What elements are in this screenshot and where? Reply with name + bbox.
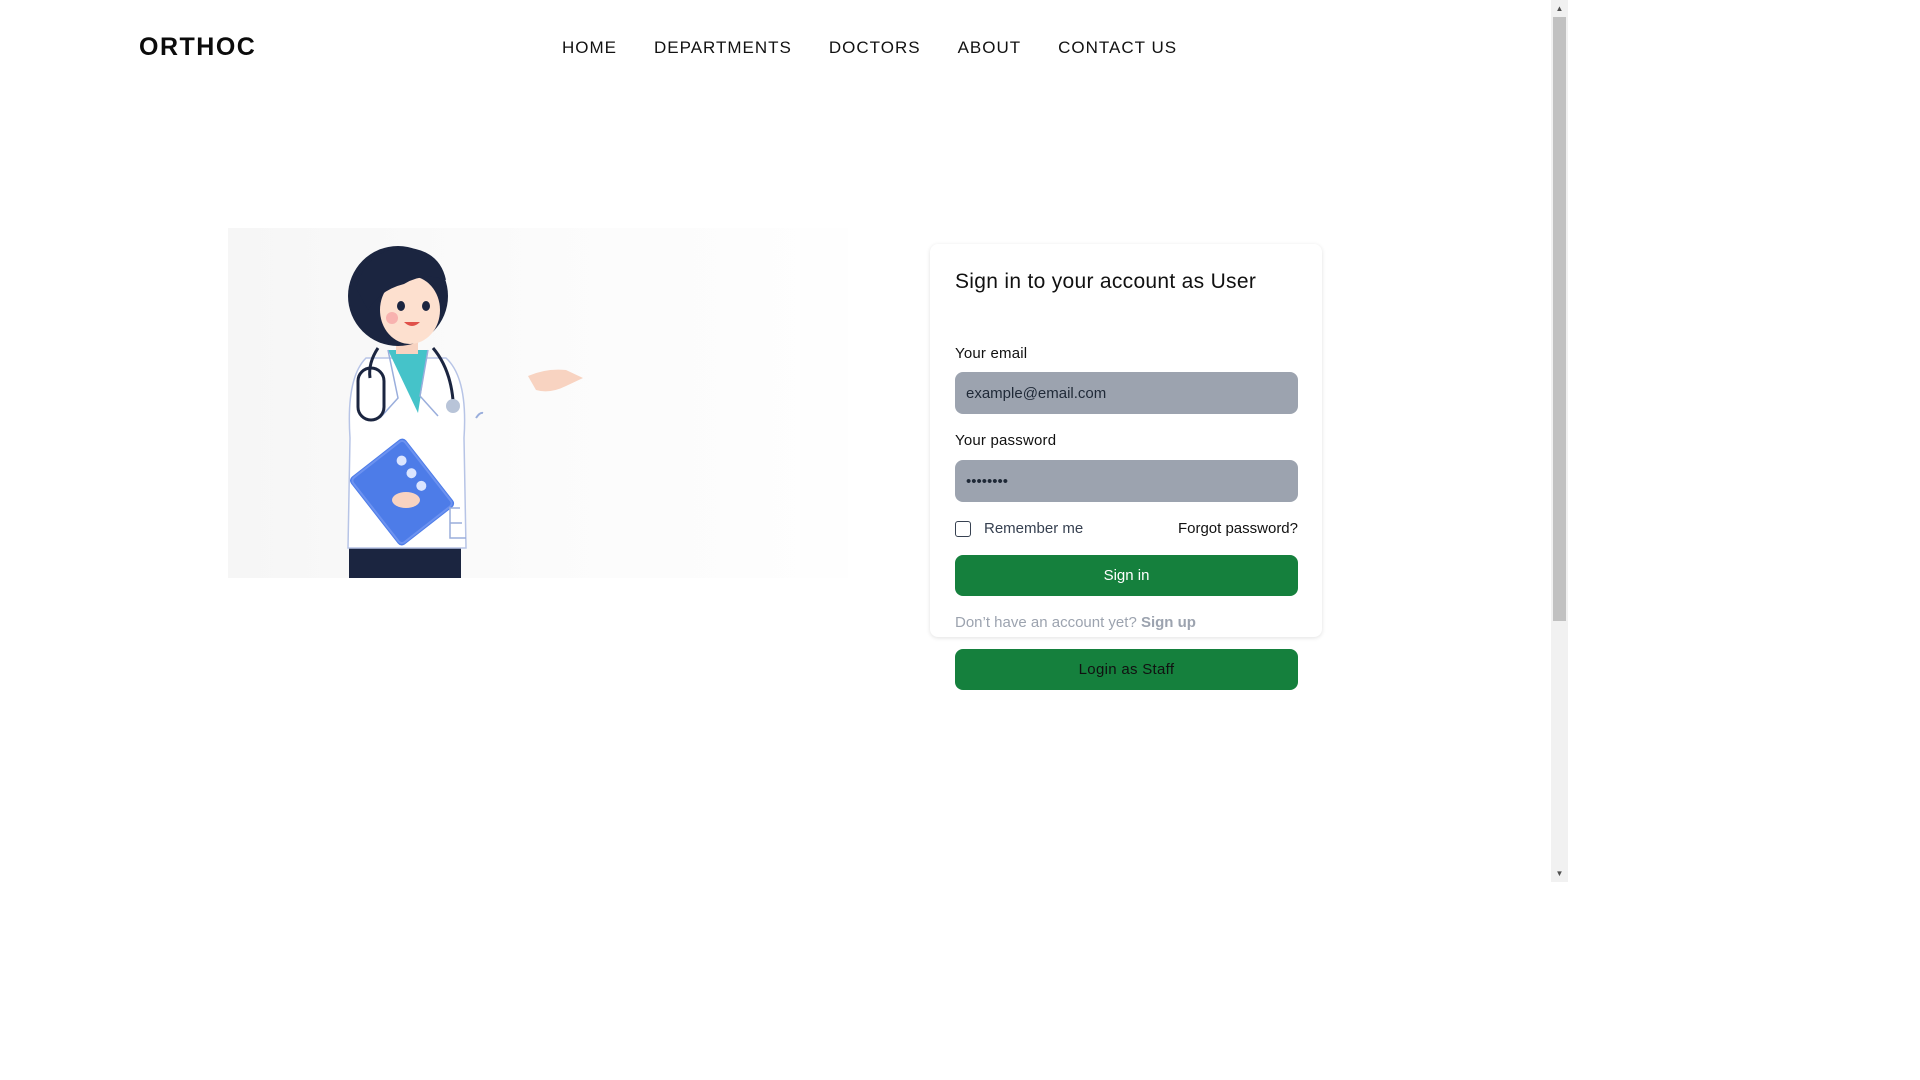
scroll-up-icon[interactable]: ▲ (1551, 0, 1568, 17)
nav-about[interactable]: ABOUT (958, 38, 1022, 58)
main-nav: HOME DEPARTMENTS DOCTORS ABOUT CONTACT U… (562, 38, 1214, 58)
password-input[interactable] (955, 460, 1298, 502)
doctor-illustration (228, 228, 848, 578)
nav-departments[interactable]: DEPARTMENTS (654, 38, 792, 58)
signin-title: Sign in to your account as User (955, 270, 1257, 293)
email-input[interactable] (955, 372, 1298, 414)
signup-link[interactable]: Sign up (1141, 614, 1196, 631)
forgot-password-link[interactable]: Forgot password? (1178, 520, 1298, 537)
login-as-staff-button[interactable]: Login as Staff (955, 649, 1298, 690)
signup-prompt: Don’t have an account yet? Sign up (955, 614, 1196, 631)
scroll-thumb[interactable] (1553, 17, 1566, 621)
doctor-illustration-icon (347, 246, 583, 578)
site-logo[interactable]: ORTHOC (139, 33, 256, 62)
remember-label: Remember me (984, 520, 1084, 537)
email-label: Your email (955, 345, 1028, 362)
nav-home[interactable]: HOME (562, 38, 617, 58)
password-label: Your password (955, 432, 1057, 449)
signin-button[interactable]: Sign in (955, 555, 1298, 596)
scroll-down-icon[interactable]: ▼ (1551, 865, 1568, 882)
nav-contact[interactable]: CONTACT US (1058, 38, 1177, 58)
no-account-text: Don’t have an account yet? (955, 614, 1137, 631)
signin-card: Sign in to your account as User Your ema… (930, 244, 1322, 637)
nav-doctors[interactable]: DOCTORS (829, 38, 921, 58)
remember-checkbox-icon[interactable] (955, 520, 971, 537)
vertical-scrollbar[interactable]: ▲ ▼ (1551, 0, 1568, 882)
site-header: ORTHOC HOME DEPARTMENTS DOCTORS ABOUT CO… (0, 0, 1551, 96)
remember-me[interactable]: Remember me (955, 520, 1083, 537)
